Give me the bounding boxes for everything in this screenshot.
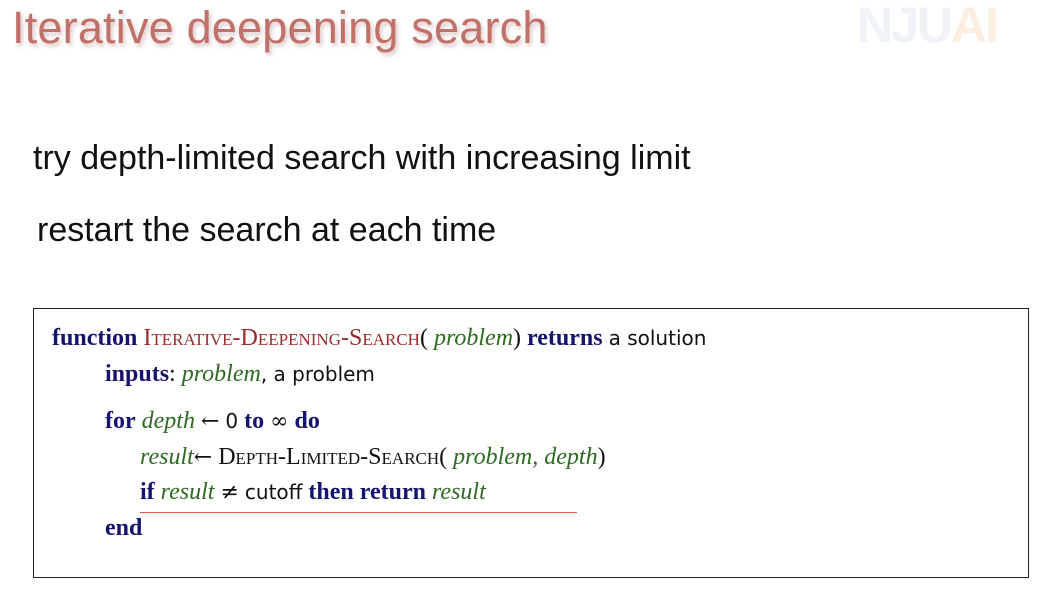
open-paren: (: [419, 325, 428, 351]
cutoff-value: cutoff: [244, 480, 303, 504]
keyword-function: function: [52, 325, 138, 351]
keyword-if: if: [140, 479, 155, 505]
slide-title: Iterative deepening search: [12, 2, 548, 53]
algo-line-function: function Iterative-Deepening-Search( pro…: [52, 325, 706, 352]
call-depth-limited-search: Depth-Limited-Search: [218, 444, 440, 470]
depth-start-value: 0: [225, 409, 239, 433]
logo-nj-text: NJU: [857, 0, 953, 53]
return-result: result: [431, 479, 486, 505]
keyword-for: for: [105, 408, 136, 434]
keyword-do: do: [294, 408, 320, 434]
bullet-point-1: try depth-limited search with increasing…: [33, 139, 691, 177]
bullet-point-2: restart the search at each time: [37, 211, 497, 249]
assign-arrow-icon: ←: [193, 445, 213, 470]
function-name: Iterative-Deepening-Search: [143, 325, 420, 351]
algo-line-for: for depth ← 0 to ∞ do: [105, 408, 320, 435]
returns-description: a solution: [608, 326, 707, 350]
not-equal-symbol: ≠: [220, 480, 239, 505]
algo-line-assign-result: result← Depth-Limited-Search( problem, d…: [140, 444, 606, 471]
algo-line-inputs: inputs: problem, a problem: [105, 361, 375, 388]
logo-ai-text: AI: [951, 0, 999, 53]
algo-line-end: end: [105, 515, 142, 542]
input-problem: problem: [181, 361, 261, 387]
call-close-paren: ): [597, 444, 606, 470]
param-problem: problem: [433, 325, 514, 351]
keyword-then-return: then return: [308, 479, 426, 505]
nju-ai-logo: NJUAI: [857, 0, 1037, 50]
keyword-end: end: [105, 515, 143, 541]
input-description: , a problem: [260, 362, 375, 386]
keyword-inputs: inputs: [105, 361, 170, 387]
call-arguments: problem, depth: [453, 444, 598, 470]
infinity-symbol: ∞: [270, 409, 289, 434]
algo-line-if: if result ≠ cutoff then return result: [140, 479, 486, 506]
highlight-underline: [140, 512, 577, 513]
keyword-returns: returns: [527, 325, 603, 351]
var-depth: depth: [141, 408, 195, 434]
call-open-paren: (: [439, 444, 448, 470]
keyword-to: to: [244, 408, 265, 434]
var-result: result: [140, 444, 194, 470]
inputs-colon: :: [169, 361, 176, 387]
assign-arrow-icon: ←: [200, 409, 220, 434]
close-paren: ): [513, 325, 522, 351]
var-result: result: [160, 479, 215, 505]
